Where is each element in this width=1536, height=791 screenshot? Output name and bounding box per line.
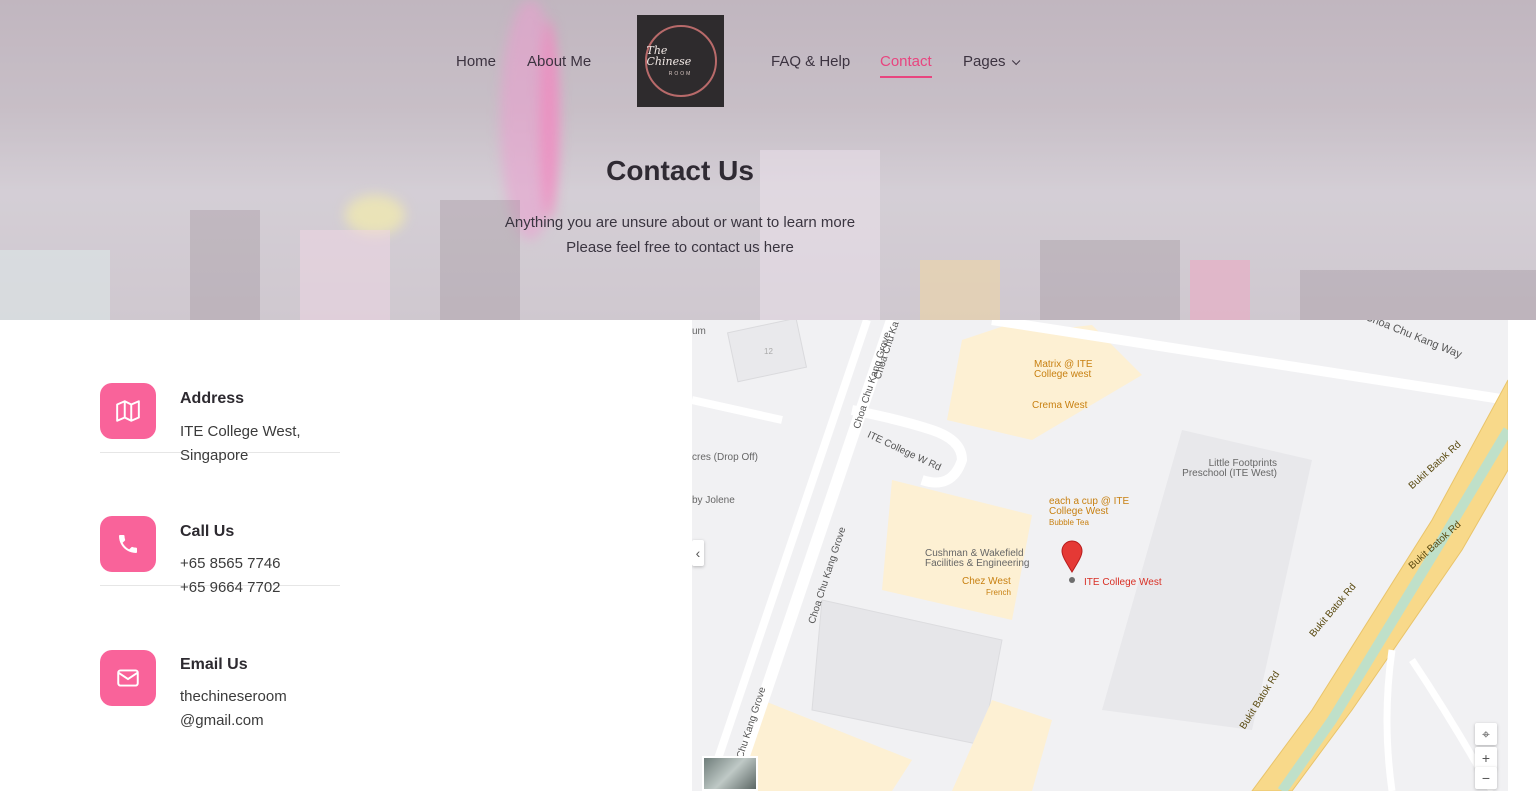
map-place-sub-label: Bubble Tea [1049,518,1089,527]
map-zoom-in-button[interactable]: + [1475,747,1497,769]
contact-title: Call Us [180,523,235,540]
map-place-label[interactable]: cres (Drop Off) [692,452,758,463]
map-place-label[interactable]: Little Footprints Preschool (ITE West) [1167,459,1277,479]
contact-title: Email Us [180,656,248,673]
logo-script-text: The Chinese [646,44,692,68]
map-place-label[interactable]: each a cup @ ITE College West [1049,497,1139,517]
page-title: Contact Us [606,155,754,186]
chevron-down-icon [1011,56,1020,66]
hero-banner: Home About Me The Chinese ROOM FAQ & Hel… [0,0,1536,320]
map-building-number: 12 [764,347,773,356]
map-place-label[interactable]: um [692,326,706,337]
google-map[interactable]: Choa Chu Kang Way Matrix @ ITE College w… [692,320,1508,791]
contact-info: Address ITE College West, Singapore Call… [100,320,340,729]
contact-phone: Call Us +65 8565 7746 +65 9664 7702 [100,453,340,596]
map-pin-label[interactable]: ITE College West [1084,577,1162,588]
nav-about-me[interactable]: About Me [527,53,591,70]
nav-contact[interactable]: Contact [880,53,932,78]
map-place-label[interactable]: by Jolene [692,495,735,506]
map-place-label[interactable]: Matrix @ ITE College west [1034,360,1124,380]
map-zoom-out-button[interactable]: − [1475,767,1497,789]
logo-ring: The Chinese ROOM [644,25,717,97]
map-place-label[interactable]: Chez West [962,576,1011,587]
nav-faq[interactable]: FAQ & Help [771,53,850,70]
map-place-label[interactable]: Cushman & Wakefield Facilities & Enginee… [925,549,1045,569]
contact-address: Address ITE College West, Singapore [100,320,340,464]
map-locate-button[interactable]: ⌖ [1475,723,1497,745]
map-place-label[interactable]: Crema West [1032,400,1087,411]
hero-subtitle: Anything you are unsure about or want to… [0,210,1360,260]
phone-icon [100,516,156,572]
contact-line: ITE College West, [180,423,301,440]
map-place-sub-label: French [986,588,1011,597]
nav-home[interactable]: Home [456,53,496,70]
map-icon [100,383,156,439]
contact-title: Address [180,390,245,407]
site-logo[interactable]: The Chinese ROOM [637,15,724,107]
contact-line: +65 8565 7746 [180,555,281,572]
nav-pages-label: Pages [963,53,1006,70]
map-canvas [692,320,1508,791]
hero-subtitle-line: Please feel free to contact us here [566,239,794,256]
main-nav: Home About Me The Chinese ROOM FAQ & Hel… [0,0,1536,110]
mail-icon [100,650,156,706]
contact-line: thechineseroom [180,688,287,705]
hero-subtitle-line: Anything you are unsure about or want to… [504,214,856,231]
contact-line: @gmail.com [180,712,264,729]
satellite-thumbnail[interactable] [702,756,758,791]
nav-pages[interactable]: Pages [963,53,1020,70]
contact-email: Email Us thechineseroom @gmail.com [100,586,340,729]
map-collapse-button[interactable]: ‹ [692,540,704,566]
logo-sub-text: ROOM [668,71,693,77]
